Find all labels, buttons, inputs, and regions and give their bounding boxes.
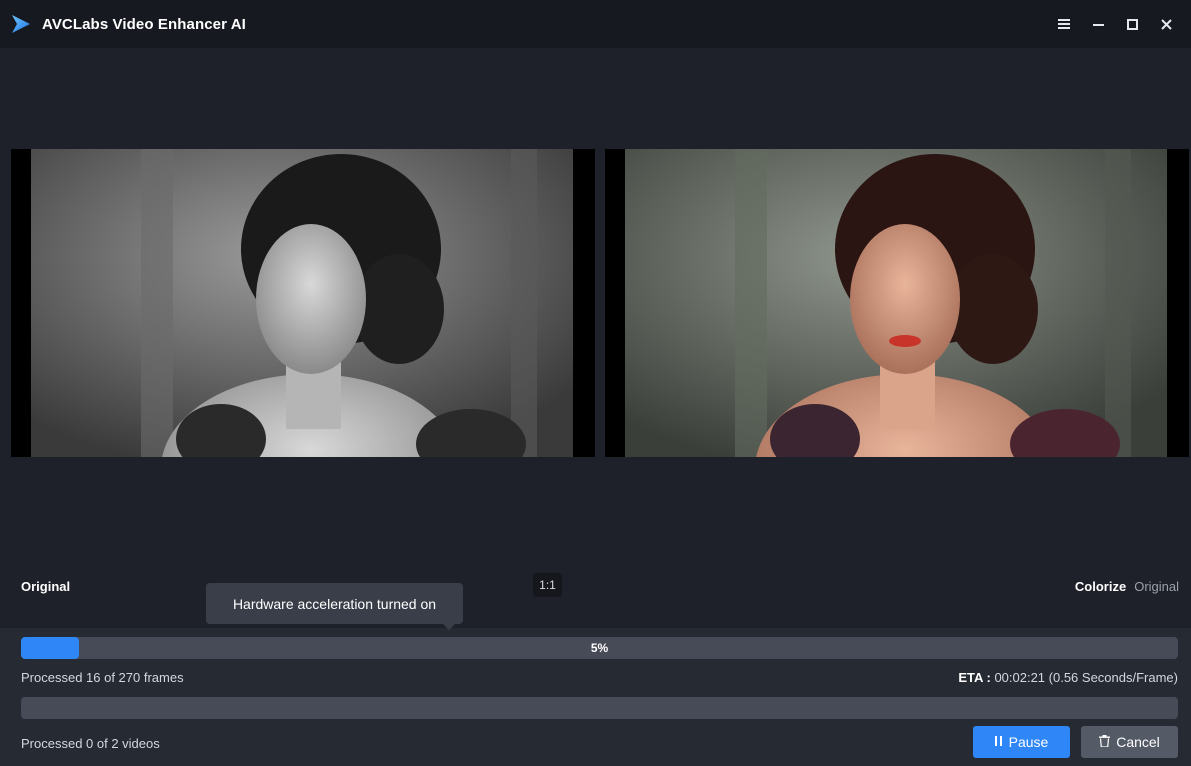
- app-logo-icon: [12, 15, 30, 33]
- colorize-mode-option[interactable]: Colorize: [1075, 579, 1126, 594]
- close-button[interactable]: [1149, 9, 1183, 39]
- original-video-preview: [11, 149, 595, 457]
- eta-key: ETA :: [958, 670, 991, 685]
- tooltip-text: Hardware acceleration turned on: [232, 595, 437, 612]
- minimize-button[interactable]: [1081, 9, 1115, 39]
- maximize-icon: [1126, 18, 1138, 30]
- maximize-button[interactable]: [1115, 9, 1149, 39]
- eta-value: 00:02:21 (0.56 Seconds/Frame): [994, 670, 1178, 685]
- pause-icon: [994, 735, 1003, 749]
- pause-button[interactable]: Pause: [973, 726, 1070, 758]
- videos-progress-bar: [21, 697, 1178, 719]
- close-icon: [1160, 18, 1172, 30]
- title-bar: AVCLabs Video Enhancer AI: [0, 0, 1191, 48]
- progress-percent-label: 5%: [590, 641, 609, 655]
- cancel-label: Cancel: [1116, 734, 1160, 750]
- menu-button[interactable]: [1047, 9, 1081, 39]
- progress-panel: 5% Processed 16 of 270 frames ETA : 00:0…: [0, 628, 1191, 766]
- app-title: AVCLabs Video Enhancer AI: [42, 15, 246, 33]
- original-mode-option[interactable]: Original: [1134, 579, 1179, 594]
- frames-progress-bar: 5%: [21, 637, 1178, 659]
- menu-icon: [1058, 19, 1070, 29]
- trash-icon: [1099, 734, 1111, 750]
- cancel-button[interactable]: Cancel: [1081, 726, 1178, 758]
- videos-processed-text: Processed 0 of 2 videos: [21, 736, 160, 751]
- original-label: Original: [21, 579, 71, 594]
- original-frame-image: [11, 149, 595, 457]
- preview-mode-switch: Colorize Original: [1075, 579, 1179, 594]
- minimize-icon: [1092, 24, 1104, 26]
- enhanced-video-preview: [605, 149, 1189, 457]
- window-controls: [1047, 0, 1183, 48]
- hardware-acceleration-tooltip: Hardware acceleration turned on: [206, 583, 463, 630]
- colorized-frame-image: [605, 149, 1189, 457]
- aspect-ratio-button[interactable]: 1:1: [533, 573, 562, 597]
- eta-text: ETA : 00:02:21 (0.56 Seconds/Frame): [958, 670, 1178, 685]
- preview-area: Original 1:1 Colorize Original: [0, 48, 1191, 628]
- frames-processed-text: Processed 16 of 270 frames: [21, 670, 184, 685]
- pause-label: Pause: [1008, 734, 1049, 750]
